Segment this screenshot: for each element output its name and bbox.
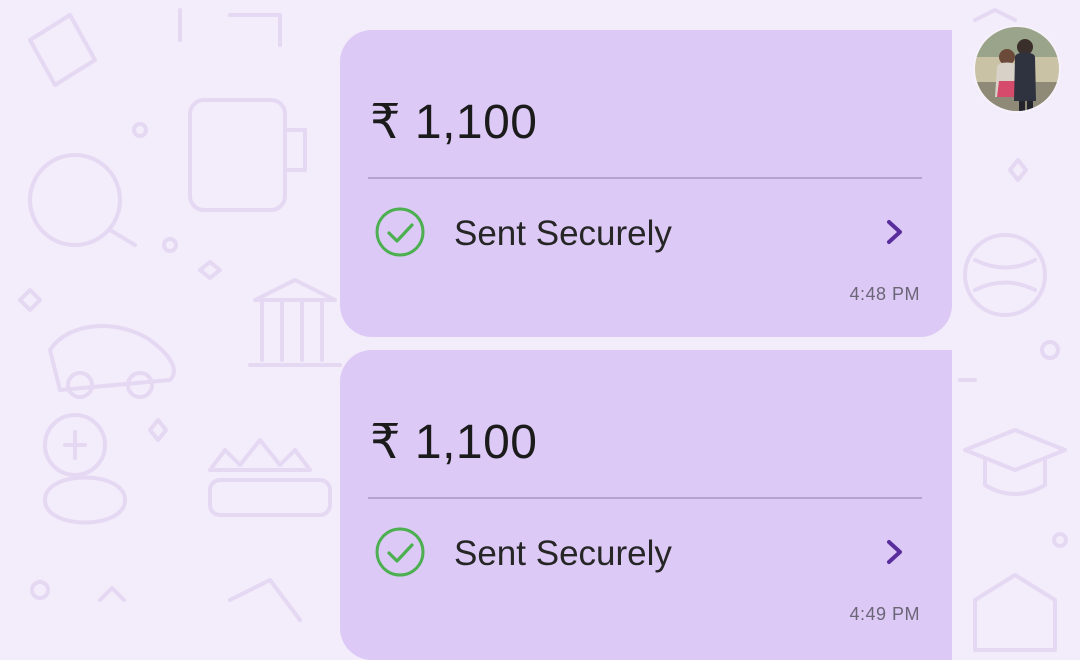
payment-status-label: Sent Securely (454, 534, 672, 573)
payment-amount: ₹ 1,100 (370, 96, 538, 149)
payment-message-bubble[interactable]: ₹ 1,100 Sent Securely 4:48 PM (340, 30, 952, 337)
message-timestamp: 4:48 PM (849, 284, 920, 304)
payment-status-label: Sent Securely (454, 214, 672, 253)
chevron-right-icon[interactable] (880, 218, 908, 246)
payment-amount: ₹ 1,100 (370, 416, 538, 469)
check-circle-icon (375, 527, 425, 577)
payment-status-row[interactable]: Sent Securely (372, 206, 912, 258)
divider (368, 497, 922, 499)
payment-status-row[interactable]: Sent Securely (372, 526, 912, 578)
user-photo-avatar (975, 27, 1059, 111)
payment-message-bubble[interactable]: ₹ 1,100 Sent Securely 4:49 PM (340, 350, 952, 660)
check-circle-icon (375, 207, 425, 257)
divider (368, 177, 922, 179)
chevron-right-icon[interactable] (880, 538, 908, 566)
sender-avatar[interactable] (975, 27, 1059, 111)
message-timestamp: 4:49 PM (849, 604, 920, 624)
